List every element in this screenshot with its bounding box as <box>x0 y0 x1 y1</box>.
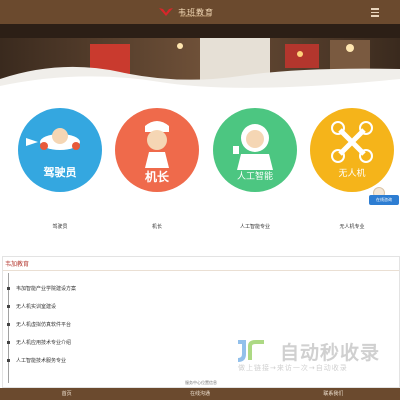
watermark-subtitle: 做上链接→来访一次→自动收录 <box>238 364 348 372</box>
nav-contact-us[interactable]: 联系我们 <box>267 388 400 400</box>
bullet-icon <box>7 358 10 362</box>
circle-caption: 无人机专业 <box>339 224 365 230</box>
program-card-ai[interactable]: 人工智能 人工智能专业 <box>213 108 297 230</box>
logo-wing-icon <box>159 8 173 16</box>
circle-word: 机长 <box>144 170 169 184</box>
bullet-icon <box>7 304 10 308</box>
top-bar: 韦班教育 WEIBAN EDUCATION <box>0 0 400 24</box>
banner-image <box>0 24 400 94</box>
online-consult-button[interactable]: 在线咨询 <box>369 195 399 205</box>
logo-subtext: WEIBAN EDUCATION <box>180 14 211 18</box>
bullet-icon <box>7 340 10 344</box>
circle-caption: 机长 <box>151 224 162 230</box>
bottom-nav: 首页 在线沟通 联系我们 <box>0 388 400 400</box>
program-card-drone[interactable]: 无人机 无人机专业 <box>310 108 394 230</box>
circle-caption: 人工智能专业 <box>239 224 270 230</box>
list-item[interactable]: 无人机实训室建设 <box>7 300 56 312</box>
watermark-title: 自动秒收录 <box>280 342 381 364</box>
circle-word: 人工智能 <box>236 172 273 182</box>
program-card-pilot[interactable]: 驾驶员 驾驶员 <box>18 108 102 230</box>
program-circles: 驾驶员 驾驶员 机长 机长 人工智能 人工智能专业 无人机 无人机专业 <box>0 108 400 230</box>
circle-word: 驾驶员 <box>43 166 77 179</box>
circle-caption: 驾驶员 <box>52 224 68 230</box>
bullet-icon <box>7 322 10 326</box>
list-item[interactable]: 无人机虚拟仿真软件平台 <box>7 318 71 330</box>
program-card-captain[interactable]: 机长 机长 <box>115 108 199 230</box>
bullet-icon <box>7 286 10 290</box>
circle-word: 无人机 <box>338 169 366 179</box>
section-divider <box>3 270 399 271</box>
hamburger-menu-icon[interactable] <box>368 5 382 19</box>
list-item[interactable]: 人工智能技术服务专业 <box>7 354 66 366</box>
section-title: 韦加教育 <box>5 261 30 268</box>
watermark: 自动秒收录 做上链接→来访一次→自动收录 <box>232 338 382 378</box>
jr-logo-icon <box>237 340 264 362</box>
captain-icon: 机长 <box>115 108 199 192</box>
astronaut-ai-icon: 人工智能 <box>213 108 297 192</box>
overflow-text: 服务中心位置信息 <box>185 380 217 385</box>
list-item[interactable]: 韦加智能产业学院建设方案 <box>7 282 76 294</box>
drone-icon: 无人机 <box>310 108 394 192</box>
nav-home[interactable]: 首页 <box>0 388 133 400</box>
pilot-plane-icon: 驾驶员 <box>18 108 102 192</box>
list-item[interactable]: 无人机应用技术专业介绍 <box>7 336 71 348</box>
site-logo[interactable]: 韦班教育 WEIBAN EDUCATION <box>158 4 214 20</box>
nav-online-chat[interactable]: 在线沟通 <box>133 388 266 400</box>
